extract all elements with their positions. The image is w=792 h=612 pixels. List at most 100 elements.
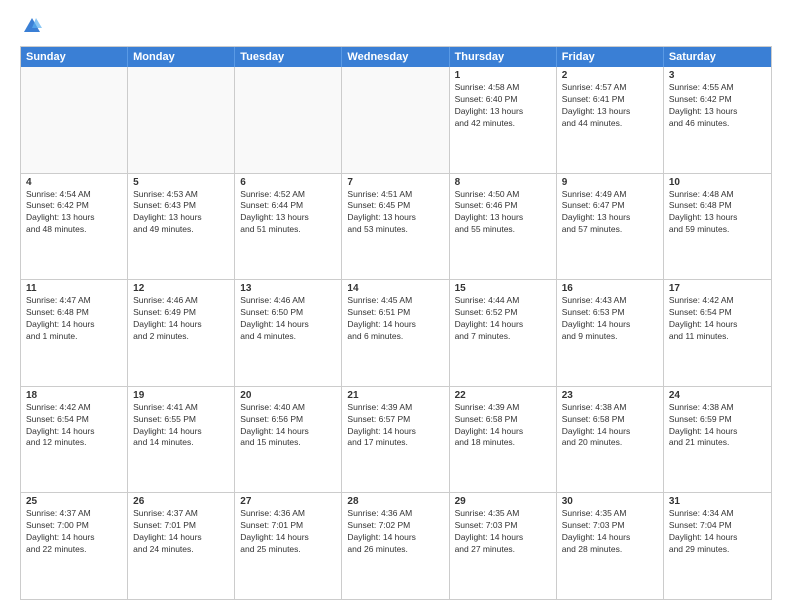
weekday-header-friday: Friday [557, 47, 664, 67]
calendar-body: 1Sunrise: 4:58 AM Sunset: 6:40 PM Daylig… [21, 67, 771, 599]
day-number: 5 [133, 177, 229, 188]
cal-cell-31: 31Sunrise: 4:34 AM Sunset: 7:04 PM Dayli… [664, 493, 771, 599]
cal-cell-empty-0-2 [235, 67, 342, 173]
cal-cell-16: 16Sunrise: 4:43 AM Sunset: 6:53 PM Dayli… [557, 280, 664, 386]
cal-cell-11: 11Sunrise: 4:47 AM Sunset: 6:48 PM Dayli… [21, 280, 128, 386]
day-number: 11 [26, 283, 122, 294]
cal-cell-2: 2Sunrise: 4:57 AM Sunset: 6:41 PM Daylig… [557, 67, 664, 173]
weekday-header-sunday: Sunday [21, 47, 128, 67]
day-info: Sunrise: 4:38 AM Sunset: 6:58 PM Dayligh… [562, 402, 658, 450]
cal-cell-4: 4Sunrise: 4:54 AM Sunset: 6:42 PM Daylig… [21, 174, 128, 280]
day-info: Sunrise: 4:47 AM Sunset: 6:48 PM Dayligh… [26, 295, 122, 343]
cal-cell-8: 8Sunrise: 4:50 AM Sunset: 6:46 PM Daylig… [450, 174, 557, 280]
day-info: Sunrise: 4:58 AM Sunset: 6:40 PM Dayligh… [455, 82, 551, 130]
day-number: 30 [562, 496, 658, 507]
cal-cell-6: 6Sunrise: 4:52 AM Sunset: 6:44 PM Daylig… [235, 174, 342, 280]
cal-cell-15: 15Sunrise: 4:44 AM Sunset: 6:52 PM Dayli… [450, 280, 557, 386]
day-number: 15 [455, 283, 551, 294]
day-number: 24 [669, 390, 766, 401]
weekday-header-tuesday: Tuesday [235, 47, 342, 67]
day-info: Sunrise: 4:42 AM Sunset: 6:54 PM Dayligh… [669, 295, 766, 343]
calendar-header: SundayMondayTuesdayWednesdayThursdayFrid… [21, 47, 771, 67]
day-number: 21 [347, 390, 443, 401]
cal-cell-27: 27Sunrise: 4:36 AM Sunset: 7:01 PM Dayli… [235, 493, 342, 599]
cal-cell-empty-0-0 [21, 67, 128, 173]
day-number: 18 [26, 390, 122, 401]
logo-icon [22, 16, 42, 36]
day-number: 4 [26, 177, 122, 188]
header [20, 16, 772, 36]
day-info: Sunrise: 4:48 AM Sunset: 6:48 PM Dayligh… [669, 189, 766, 237]
cal-cell-1: 1Sunrise: 4:58 AM Sunset: 6:40 PM Daylig… [450, 67, 557, 173]
day-number: 23 [562, 390, 658, 401]
calendar-row-1: 1Sunrise: 4:58 AM Sunset: 6:40 PM Daylig… [21, 67, 771, 173]
weekday-header-wednesday: Wednesday [342, 47, 449, 67]
cal-cell-9: 9Sunrise: 4:49 AM Sunset: 6:47 PM Daylig… [557, 174, 664, 280]
day-info: Sunrise: 4:50 AM Sunset: 6:46 PM Dayligh… [455, 189, 551, 237]
day-number: 16 [562, 283, 658, 294]
day-info: Sunrise: 4:37 AM Sunset: 7:01 PM Dayligh… [133, 508, 229, 556]
cal-cell-22: 22Sunrise: 4:39 AM Sunset: 6:58 PM Dayli… [450, 387, 557, 493]
cal-cell-29: 29Sunrise: 4:35 AM Sunset: 7:03 PM Dayli… [450, 493, 557, 599]
day-number: 13 [240, 283, 336, 294]
cal-cell-7: 7Sunrise: 4:51 AM Sunset: 6:45 PM Daylig… [342, 174, 449, 280]
cal-cell-24: 24Sunrise: 4:38 AM Sunset: 6:59 PM Dayli… [664, 387, 771, 493]
day-info: Sunrise: 4:52 AM Sunset: 6:44 PM Dayligh… [240, 189, 336, 237]
day-number: 26 [133, 496, 229, 507]
weekday-header-saturday: Saturday [664, 47, 771, 67]
day-info: Sunrise: 4:39 AM Sunset: 6:57 PM Dayligh… [347, 402, 443, 450]
calendar-row-4: 18Sunrise: 4:42 AM Sunset: 6:54 PM Dayli… [21, 386, 771, 493]
day-number: 25 [26, 496, 122, 507]
day-info: Sunrise: 4:34 AM Sunset: 7:04 PM Dayligh… [669, 508, 766, 556]
day-info: Sunrise: 4:44 AM Sunset: 6:52 PM Dayligh… [455, 295, 551, 343]
day-number: 27 [240, 496, 336, 507]
day-info: Sunrise: 4:39 AM Sunset: 6:58 PM Dayligh… [455, 402, 551, 450]
cal-cell-empty-0-1 [128, 67, 235, 173]
cal-cell-5: 5Sunrise: 4:53 AM Sunset: 6:43 PM Daylig… [128, 174, 235, 280]
day-number: 28 [347, 496, 443, 507]
day-number: 19 [133, 390, 229, 401]
day-number: 8 [455, 177, 551, 188]
day-number: 10 [669, 177, 766, 188]
day-info: Sunrise: 4:38 AM Sunset: 6:59 PM Dayligh… [669, 402, 766, 450]
day-info: Sunrise: 4:36 AM Sunset: 7:02 PM Dayligh… [347, 508, 443, 556]
day-number: 14 [347, 283, 443, 294]
cal-cell-28: 28Sunrise: 4:36 AM Sunset: 7:02 PM Dayli… [342, 493, 449, 599]
weekday-header-thursday: Thursday [450, 47, 557, 67]
day-number: 3 [669, 70, 766, 81]
weekday-header-monday: Monday [128, 47, 235, 67]
day-info: Sunrise: 4:46 AM Sunset: 6:49 PM Dayligh… [133, 295, 229, 343]
day-number: 12 [133, 283, 229, 294]
day-info: Sunrise: 4:43 AM Sunset: 6:53 PM Dayligh… [562, 295, 658, 343]
day-info: Sunrise: 4:51 AM Sunset: 6:45 PM Dayligh… [347, 189, 443, 237]
cal-cell-10: 10Sunrise: 4:48 AM Sunset: 6:48 PM Dayli… [664, 174, 771, 280]
cal-cell-19: 19Sunrise: 4:41 AM Sunset: 6:55 PM Dayli… [128, 387, 235, 493]
cal-cell-12: 12Sunrise: 4:46 AM Sunset: 6:49 PM Dayli… [128, 280, 235, 386]
cal-cell-14: 14Sunrise: 4:45 AM Sunset: 6:51 PM Dayli… [342, 280, 449, 386]
day-number: 6 [240, 177, 336, 188]
day-info: Sunrise: 4:35 AM Sunset: 7:03 PM Dayligh… [455, 508, 551, 556]
cal-cell-20: 20Sunrise: 4:40 AM Sunset: 6:56 PM Dayli… [235, 387, 342, 493]
day-info: Sunrise: 4:49 AM Sunset: 6:47 PM Dayligh… [562, 189, 658, 237]
cal-cell-3: 3Sunrise: 4:55 AM Sunset: 6:42 PM Daylig… [664, 67, 771, 173]
day-info: Sunrise: 4:40 AM Sunset: 6:56 PM Dayligh… [240, 402, 336, 450]
cal-cell-empty-0-3 [342, 67, 449, 173]
calendar-row-5: 25Sunrise: 4:37 AM Sunset: 7:00 PM Dayli… [21, 492, 771, 599]
day-info: Sunrise: 4:42 AM Sunset: 6:54 PM Dayligh… [26, 402, 122, 450]
day-info: Sunrise: 4:57 AM Sunset: 6:41 PM Dayligh… [562, 82, 658, 130]
day-info: Sunrise: 4:41 AM Sunset: 6:55 PM Dayligh… [133, 402, 229, 450]
day-number: 9 [562, 177, 658, 188]
day-info: Sunrise: 4:35 AM Sunset: 7:03 PM Dayligh… [562, 508, 658, 556]
day-number: 7 [347, 177, 443, 188]
cal-cell-25: 25Sunrise: 4:37 AM Sunset: 7:00 PM Dayli… [21, 493, 128, 599]
day-info: Sunrise: 4:37 AM Sunset: 7:00 PM Dayligh… [26, 508, 122, 556]
cal-cell-30: 30Sunrise: 4:35 AM Sunset: 7:03 PM Dayli… [557, 493, 664, 599]
calendar: SundayMondayTuesdayWednesdayThursdayFrid… [20, 46, 772, 600]
day-info: Sunrise: 4:46 AM Sunset: 6:50 PM Dayligh… [240, 295, 336, 343]
day-number: 22 [455, 390, 551, 401]
logo [20, 16, 42, 36]
day-info: Sunrise: 4:55 AM Sunset: 6:42 PM Dayligh… [669, 82, 766, 130]
cal-cell-17: 17Sunrise: 4:42 AM Sunset: 6:54 PM Dayli… [664, 280, 771, 386]
cal-cell-13: 13Sunrise: 4:46 AM Sunset: 6:50 PM Dayli… [235, 280, 342, 386]
day-number: 31 [669, 496, 766, 507]
